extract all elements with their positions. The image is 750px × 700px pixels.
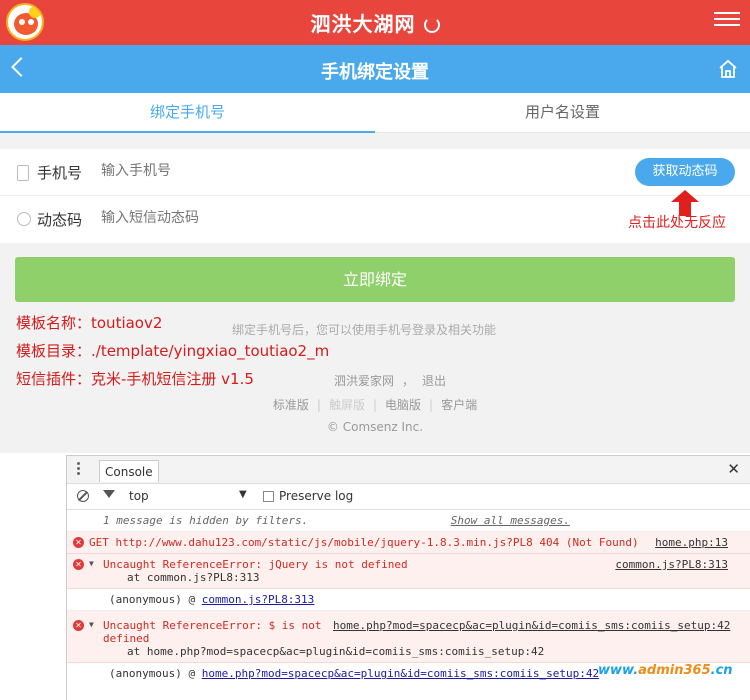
error-icon: ✕ (73, 620, 84, 631)
context-select[interactable]: top (129, 489, 149, 503)
phone-row: 手机号 获取动态码 (0, 149, 750, 196)
stack-link[interactable]: home.php?mod=spacecp&ac=plugin&id=comiis… (202, 667, 599, 680)
home-icon[interactable] (718, 59, 738, 79)
footer-link-client[interactable]: 客户端 (441, 398, 477, 412)
page-header: 手机绑定设置 (0, 45, 750, 93)
console-error: ✕ GET http://www.dahu123.com/static/js/m… (67, 532, 750, 554)
error-text: GET http://www.dahu123.com/static/js/mob… (89, 536, 639, 549)
shield-icon (17, 212, 31, 226)
console-error: ✕ ▼ Uncaught ReferenceError: $ is not de… (67, 611, 750, 663)
filter-icon[interactable] (103, 490, 115, 498)
watermark-brand: admin365 (638, 663, 711, 678)
console-tabbar: Console ✕ (67, 456, 750, 484)
menu-icon[interactable] (714, 12, 740, 32)
clear-console-icon[interactable] (77, 490, 89, 502)
phone-label: 手机号 (37, 164, 83, 182)
footer-link-touch[interactable]: 触屏版 (329, 398, 365, 412)
copyright: © Comsenz Inc. (326, 420, 424, 434)
template-dir: 模板目录：./template/yingxiao_toutiao2_m (16, 342, 330, 360)
site-title: 泗洪大湖网 (0, 8, 750, 37)
code-label: 动态码 (37, 211, 83, 229)
console-hidden-note: 1 message is hidden by filters. Show all… (67, 510, 750, 532)
watermark-post: .cn (710, 663, 733, 678)
error-icon: ✕ (73, 537, 84, 548)
annotation-note: 点击此处无反应 (628, 215, 726, 231)
anonymous-label: (anonymous) @ (109, 667, 202, 680)
show-all-link[interactable]: Show all messages. (451, 514, 570, 527)
console-stack-row: (anonymous) @ common.js?PL8:313 (67, 589, 750, 611)
footer-link-standard[interactable]: 标准版 (273, 398, 309, 412)
tab-bind-phone[interactable]: 绑定手机号 (0, 93, 375, 133)
code-input[interactable] (101, 210, 401, 226)
tab-username-settings[interactable]: 用户名设置 (375, 93, 750, 133)
console-toolbar: top ▼ Preserve log (67, 484, 750, 510)
stack-link[interactable]: common.js?PL8:313 (202, 593, 315, 606)
more-icon[interactable] (77, 462, 81, 478)
logout-link[interactable]: 退出 (422, 374, 446, 388)
page-title: 手机绑定设置 (321, 62, 429, 83)
error-stack: at home.php?mod=spacecp&ac=plugin&id=com… (127, 645, 545, 658)
footer-links: 标准版 | 触屏版 | 电脑版 | 客户端 (272, 398, 478, 412)
watermark: www.admin365.cn (598, 663, 733, 678)
anonymous-label: (anonymous) @ (109, 593, 202, 606)
footer-site-link[interactable]: 泗洪爱家网 (334, 374, 394, 388)
watermark-pre: www. (598, 663, 639, 678)
dropdown-icon[interactable]: ▼ (239, 489, 247, 500)
error-icon: ✕ (73, 559, 84, 570)
expand-icon[interactable]: ▼ (89, 559, 94, 568)
expand-icon[interactable]: ▼ (89, 620, 94, 629)
error-stack: at common.js?PL8:313 (127, 571, 260, 584)
console-error: ✕ ▼ Uncaught ReferenceError: jQuery is n… (67, 554, 750, 589)
top-bar: 泗洪大湖网 (0, 0, 750, 45)
get-code-button[interactable]: 获取动态码 (635, 158, 735, 186)
footer-user: 泗洪爱家网，退出 (333, 374, 447, 388)
phone-input[interactable] (101, 163, 401, 179)
error-source-link[interactable]: common.js?PL8:313 (615, 558, 728, 571)
bind-now-button[interactable]: 立即绑定 (15, 257, 735, 302)
bind-hint: 绑定手机号后，您可以使用手机号登录及相关功能 (232, 323, 497, 337)
footer-link-pc[interactable]: 电脑版 (385, 398, 421, 412)
site-title-text: 泗洪大湖网 (310, 12, 416, 36)
error-source-link[interactable]: home.php:13 (655, 536, 728, 549)
template-name: 模板名称：toutiaov2 (16, 314, 163, 332)
phone-icon (17, 165, 29, 181)
tab-console[interactable]: Console (99, 460, 159, 482)
preserve-log-checkbox[interactable] (263, 491, 274, 502)
preserve-log-label: Preserve log (279, 489, 354, 503)
refresh-icon[interactable] (423, 17, 440, 33)
error-text-cont: defined (103, 632, 150, 645)
tab-bar: 绑定手机号 用户名设置 (0, 93, 750, 133)
close-icon[interactable]: ✕ (727, 460, 740, 478)
error-source-link[interactable]: home.php?mod=spacecp&ac=plugin&id=comiis… (333, 619, 730, 632)
hidden-message-text: 1 message is hidden by filters. (103, 514, 309, 527)
